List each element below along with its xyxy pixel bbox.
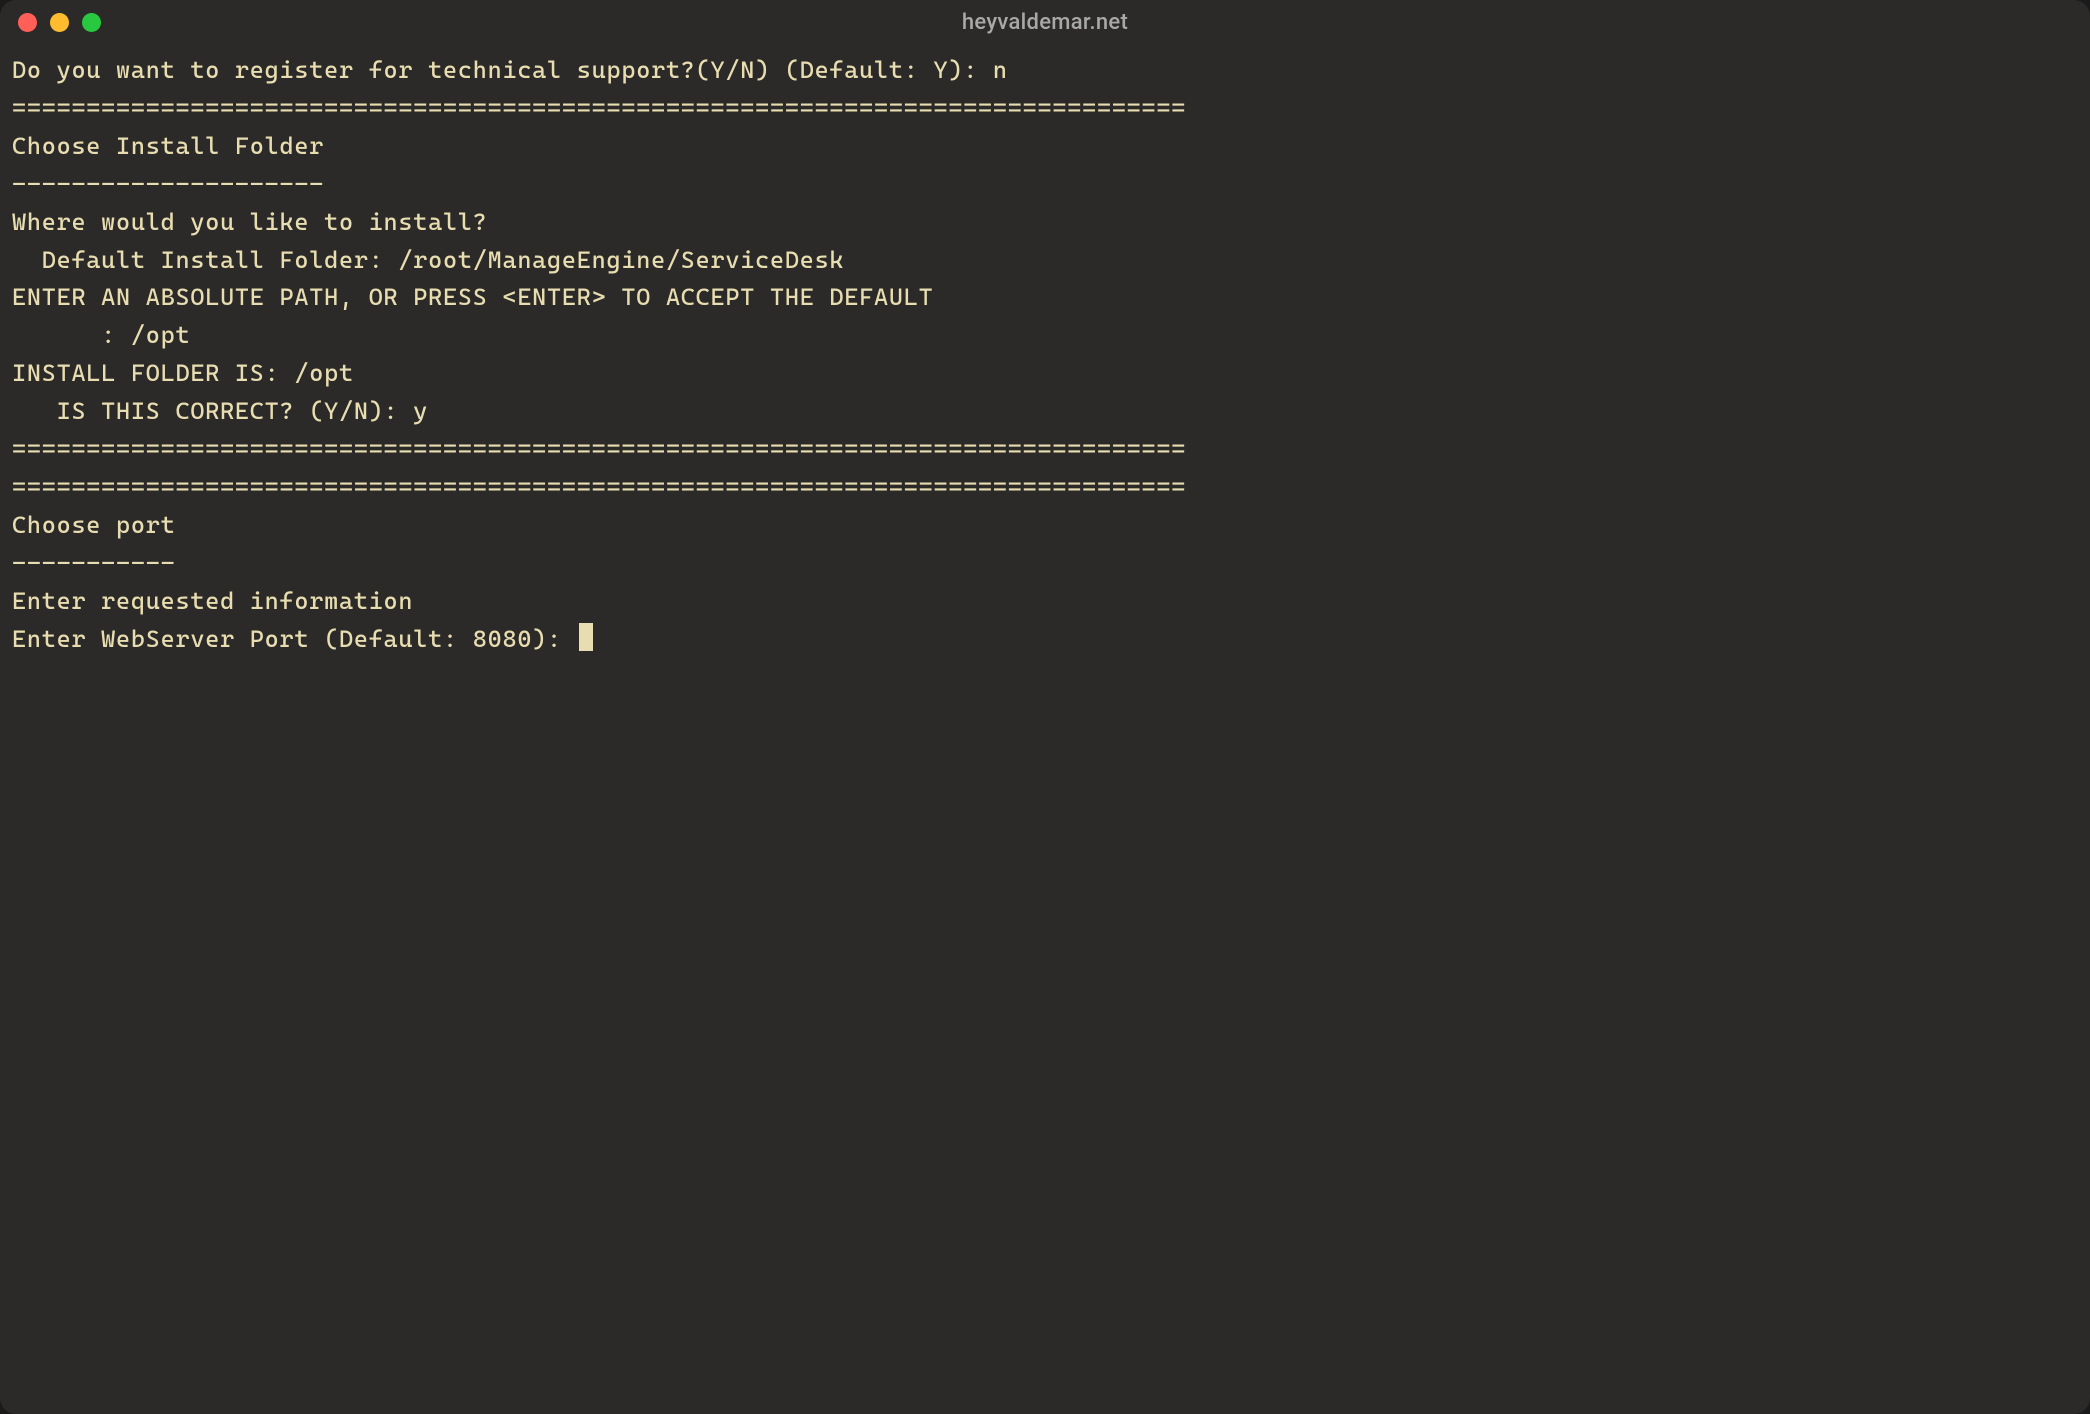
terminal-body[interactable]: Do you want to register for technical su… — [0, 44, 2090, 1414]
window-title: heyvaldemar.net — [962, 10, 1128, 35]
terminal-line: ----------- — [12, 545, 2078, 583]
terminal-line: IS THIS CORRECT? (Y/N): y — [12, 393, 2078, 431]
terminal-line: ========================================… — [12, 431, 2078, 469]
terminal-line: --------------------- — [12, 166, 2078, 204]
title-bar: heyvaldemar.net — [0, 0, 2090, 44]
terminal-line: INSTALL FOLDER IS: /opt — [12, 355, 2078, 393]
terminal-line: : /opt — [12, 317, 2078, 355]
terminal-line: Choose Install Folder — [12, 128, 2078, 166]
traffic-lights — [18, 13, 101, 32]
terminal-line: Choose port — [12, 507, 2078, 545]
terminal-prompt-text: Enter WebServer Port (Default: 8080): — [12, 625, 577, 653]
minimize-icon[interactable] — [50, 13, 69, 32]
terminal-line: Enter requested information — [12, 583, 2078, 621]
terminal-line: Where would you like to install? — [12, 204, 2078, 242]
terminal-window: heyvaldemar.net Do you want to register … — [0, 0, 2090, 1414]
terminal-line: Do you want to register for technical su… — [12, 52, 2078, 90]
close-icon[interactable] — [18, 13, 37, 32]
terminal-line: ========================================… — [12, 90, 2078, 128]
terminal-line: Enter WebServer Port (Default: 8080): — [12, 621, 2078, 659]
terminal-line: ENTER AN ABSOLUTE PATH, OR PRESS <ENTER>… — [12, 279, 2078, 317]
maximize-icon[interactable] — [82, 13, 101, 32]
terminal-line: ========================================… — [12, 469, 2078, 507]
cursor-icon — [579, 623, 593, 651]
terminal-line: Default Install Folder: /root/ManageEngi… — [12, 242, 2078, 280]
